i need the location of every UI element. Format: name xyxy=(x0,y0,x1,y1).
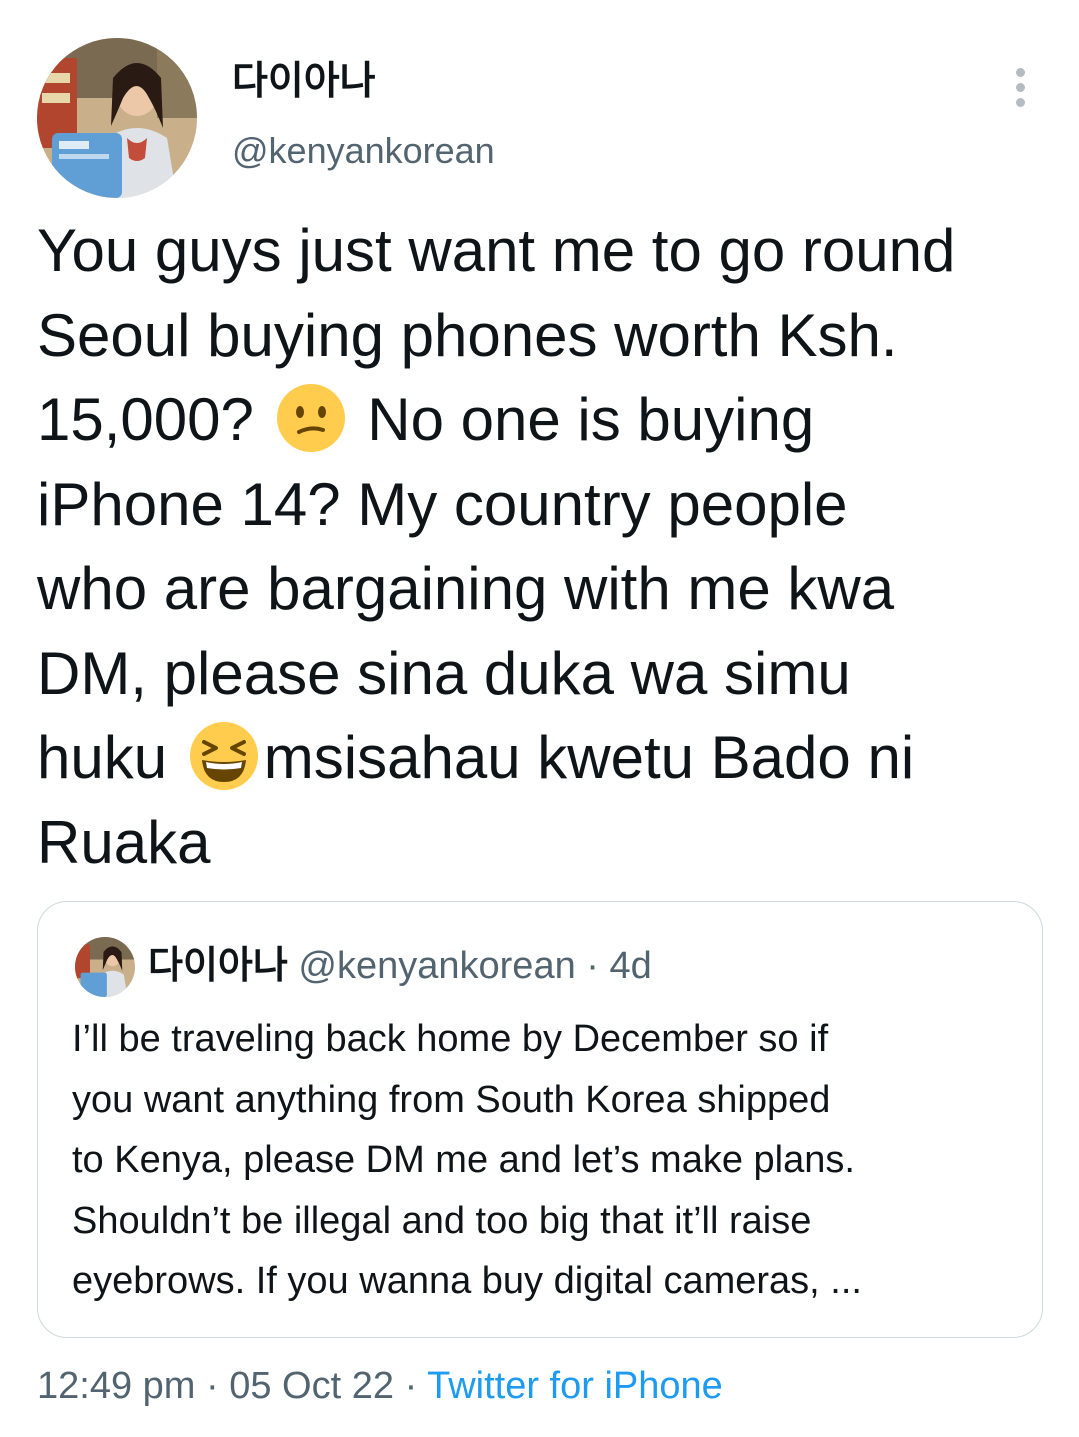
tweet-line: Ruaka xyxy=(37,808,211,876)
tweet-text: You guys just want me to go round Seoul … xyxy=(37,209,1067,885)
separator: · xyxy=(206,1365,219,1407)
quoted-tweet-line: eyebrows. If you wanna buy digital camer… xyxy=(72,1260,862,1302)
quoted-tweet-header: 다이아나 @kenyankorean · 4d xyxy=(148,940,652,992)
quoted-tweet-text: I’ll be traveling back home by December … xyxy=(72,1009,1032,1312)
quoted-tweet-time: 4d xyxy=(609,945,652,987)
more-dot xyxy=(1015,67,1025,77)
quoted-tweet-line: Shouldn’t be illegal and too big that it… xyxy=(72,1199,812,1242)
separator: · xyxy=(404,1365,418,1407)
tweet-text-segment: No one is buying xyxy=(367,386,815,453)
avatar-photo xyxy=(75,937,135,997)
tweet-date[interactable]: 05 Oct 22 xyxy=(229,1365,394,1407)
quoted-tweet-line: to Kenya, please DM me and let’s make pl… xyxy=(72,1139,855,1181)
quoted-author-name: 다이아나 xyxy=(148,945,288,987)
tweet-source-link[interactable]: Twitter for iPhone xyxy=(427,1365,723,1407)
tweet-line: DM, please sina duka wa simu xyxy=(37,639,851,707)
tweet-line: Seoul buying phones worth Ksh. xyxy=(37,301,898,369)
grinning-squinting-face-emoji-icon xyxy=(189,722,258,791)
tweet-text-segment: 15,000? xyxy=(37,386,254,453)
tweet-line: 15,000? No one is buying xyxy=(37,378,1067,463)
quoted-tweet-line: you want anything from South Korea shipp… xyxy=(72,1078,831,1121)
author-handle[interactable]: @kenyankorean xyxy=(232,128,495,174)
quoted-tweet[interactable]: 다이아나 @kenyankorean · 4d I’ll be travelin… xyxy=(37,901,1043,1338)
tweet-time[interactable]: 12:49 pm xyxy=(37,1365,195,1407)
confused-face-emoji-icon xyxy=(276,384,345,453)
tweet-text-segment: msisahau kwetu Bado ni xyxy=(263,724,915,791)
tweet-line: huku msisahau kwetu Bado ni xyxy=(37,716,1067,801)
tweet-text-segment: huku xyxy=(37,724,168,791)
quoted-tweet-line: I’ll be traveling back home by December … xyxy=(72,1018,829,1060)
avatar-photo xyxy=(37,38,197,198)
tweet-meta: 12:49 pm · 05 Oct 22 · Twitter for iPhon… xyxy=(37,1362,723,1410)
tweet[interactable]: 다이아나 @kenyankorean You guys just want me… xyxy=(0,0,1079,1437)
more-options-icon[interactable] xyxy=(1000,62,1040,112)
quoted-author-handle: @kenyankorean xyxy=(298,945,576,987)
more-dot xyxy=(1015,97,1025,107)
more-dot xyxy=(1015,82,1025,92)
quoted-author-avatar xyxy=(75,937,135,997)
separator: · xyxy=(586,945,599,987)
author-avatar[interactable] xyxy=(37,38,197,198)
tweet-line: iPhone 14? My country people xyxy=(37,470,848,538)
author-display-name[interactable]: 다이아나 xyxy=(232,58,376,106)
tweet-line: You guys just want me to go round xyxy=(37,217,956,284)
tweet-line: who are bargaining with me kwa xyxy=(37,555,895,622)
